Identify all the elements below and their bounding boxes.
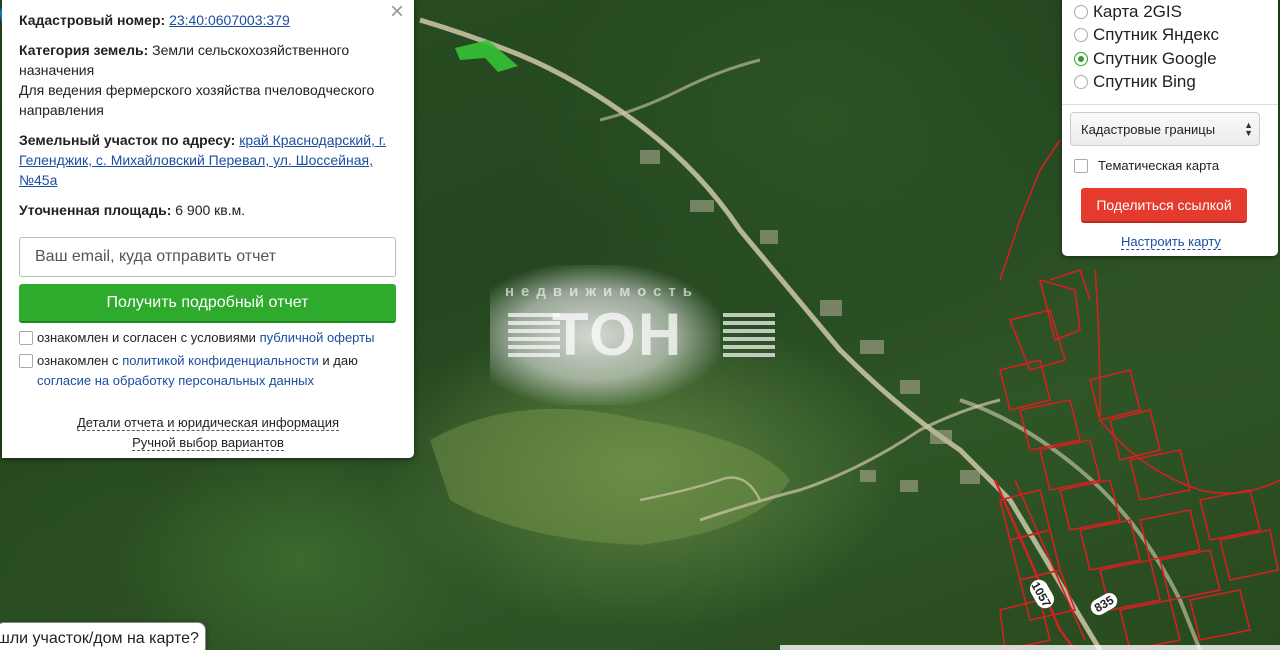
overlay-select-value: Кадастровые границы (1081, 121, 1216, 137)
watermark-word: ТОН (552, 301, 684, 368)
offer-consent-checkbox[interactable] (19, 331, 33, 345)
layer-radio-2gis[interactable] (1074, 4, 1088, 19)
manual-selection-link[interactable]: Ручной выбор вариантов (132, 435, 284, 451)
close-icon[interactable]: × (390, 0, 404, 24)
category-label: Категория земель: (19, 42, 149, 58)
found-on-map-popup[interactable]: шли участок/дом на карте? (0, 622, 206, 650)
options-divider (1062, 104, 1278, 105)
configure-map-link[interactable]: Настроить карту (1121, 234, 1221, 250)
thematic-map-row[interactable]: Тематическая карта (1074, 158, 1268, 173)
area-row: Уточненная площадь: 6 900 кв.м. (19, 200, 397, 220)
report-details-link[interactable]: Детали отчета и юридическая информация (76, 415, 340, 431)
scale-bar (780, 645, 1280, 650)
area-value: 6 900 кв.м. (175, 202, 246, 218)
cadastral-label: Кадастровый номер: (19, 12, 166, 28)
found-on-map-text: шли участок/дом на карте? (0, 630, 199, 647)
offer-consent-text: ознакомлен и согласен с условиями (37, 330, 256, 345)
thematic-map-checkbox[interactable] (1074, 158, 1088, 173)
parcel-info-panel: × Кадастровый номер: 23:40:0607003:379 К… (2, 0, 414, 458)
address-label: Земельный участок по адресу: (19, 132, 236, 148)
layer-radio-yandex[interactable] (1074, 28, 1088, 43)
layer-label-2gis: Карта 2GIS (1093, 1, 1182, 21)
layer-radio-google[interactable] (1074, 51, 1088, 66)
layer-label-bing: Спутник Bing (1093, 72, 1196, 92)
layer-label-google: Спутник Google (1093, 48, 1217, 68)
thematic-map-label: Тематическая карта (1098, 158, 1220, 173)
layer-option-google[interactable]: Спутник Google (1074, 47, 1268, 71)
personal-data-consent-link[interactable]: согласие на обработку персональных данны… (37, 373, 314, 388)
layer-option-2gis[interactable]: Карта 2GIS (1074, 0, 1268, 24)
get-report-button[interactable]: Получить подробный отчет (19, 284, 396, 323)
privacy-consent-row: ознакомлен с политикой конфиденциальност… (19, 351, 397, 391)
watermark-logo: недвижимость ТОН (490, 265, 790, 405)
privacy-consent-checkbox[interactable] (19, 354, 33, 368)
map-options-panel: Карта 2GIS Спутник Яндекс Спутник Google… (1062, 0, 1278, 256)
offer-consent-row: ознакомлен и согласен с условиями публич… (19, 328, 397, 348)
land-usage: Для ведения фермерского хозяйства пчелов… (19, 82, 375, 118)
watermark-subtitle: недвижимость (505, 283, 699, 300)
privacy-consent-text-a: ознакомлен с (37, 353, 119, 368)
area-label: Уточненная площадь: (19, 202, 172, 218)
panel-footer-links: Детали отчета и юридическая информация Р… (19, 413, 397, 453)
overlay-select[interactable]: Кадастровые границы ▲ ▼ (1070, 112, 1260, 146)
privacy-consent-text-b: и даю (322, 353, 358, 368)
layer-option-yandex[interactable]: Спутник Яндекс (1074, 24, 1268, 48)
share-link-button[interactable]: Поделиться ссылкой (1081, 188, 1247, 223)
selected-parcel (455, 40, 518, 72)
select-arrows-icon: ▲ ▼ (1244, 120, 1253, 138)
cadastral-number-link[interactable]: 23:40:0607003:379 (169, 12, 290, 28)
address-row: Земельный участок по адресу: край Красно… (19, 130, 397, 190)
email-field[interactable] (19, 237, 396, 277)
land-category-row: Категория земель: Земли сельскохозяйстве… (19, 40, 397, 120)
layer-radio-bing[interactable] (1074, 75, 1088, 90)
cadastral-number-row: Кадастровый номер: 23:40:0607003:379 (19, 10, 397, 30)
layer-option-bing[interactable]: Спутник Bing (1074, 71, 1268, 95)
privacy-policy-link[interactable]: политикой конфиденциальности (122, 353, 319, 368)
layer-label-yandex: Спутник Яндекс (1093, 25, 1219, 45)
public-offer-link[interactable]: публичной оферты (260, 330, 375, 345)
